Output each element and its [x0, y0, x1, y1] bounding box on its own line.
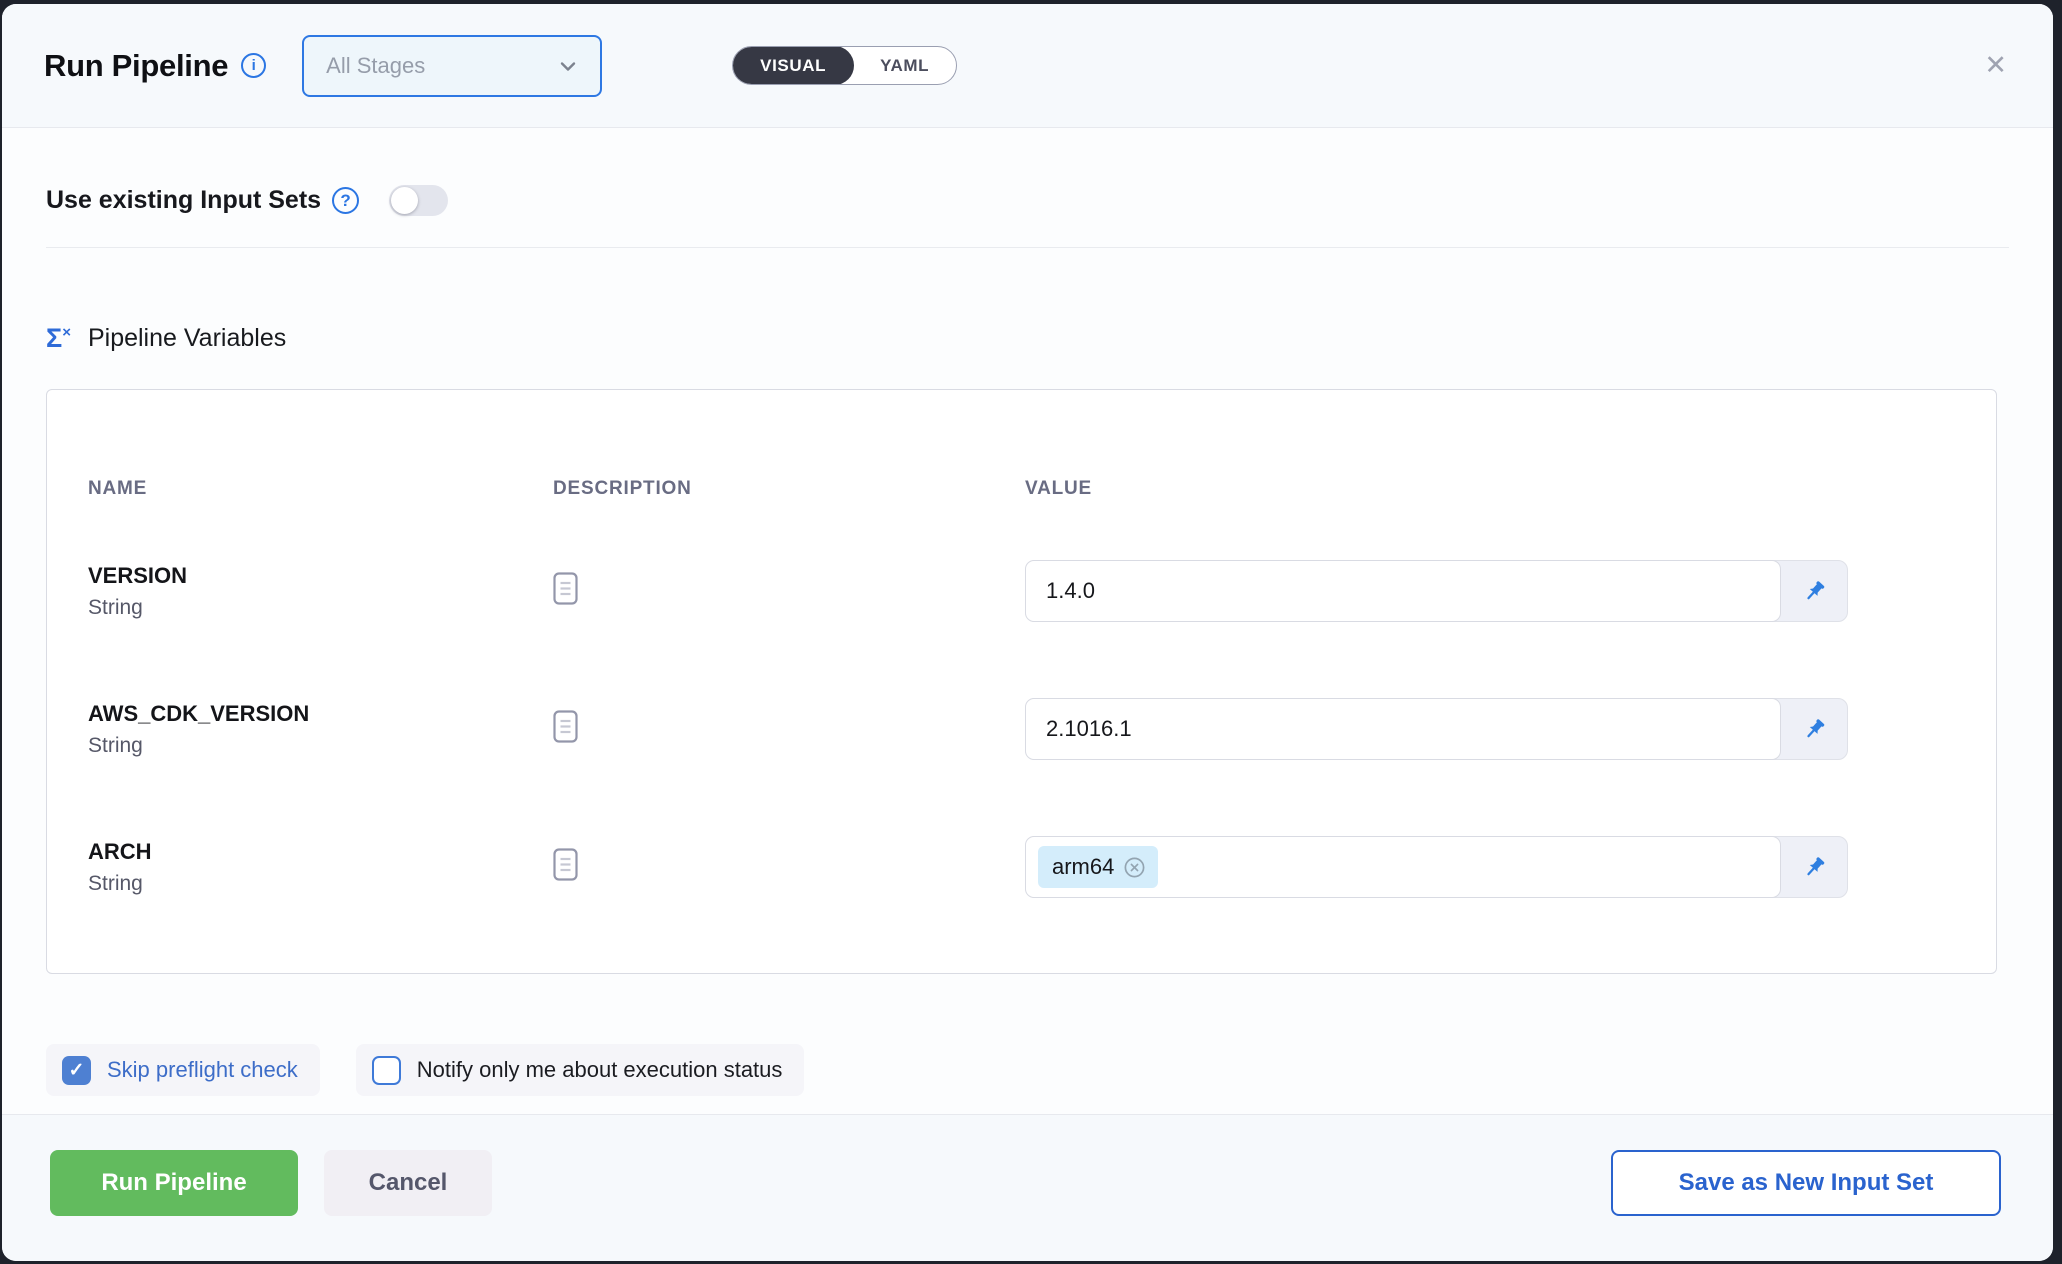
tab-yaml[interactable]: YAML	[853, 47, 956, 84]
pin-icon[interactable]	[1781, 561, 1847, 621]
view-mode-toggle: VISUAL YAML	[732, 46, 957, 85]
variable-type: String	[88, 872, 553, 896]
toggle-knob	[391, 187, 418, 214]
notify-only-me-option[interactable]: Notify only me about execution status	[356, 1044, 805, 1096]
modal-header: Run Pipeline i All Stages VISUAL YAML ✕	[2, 4, 2053, 128]
variable-name: AWS_CDK_VERSION	[88, 700, 553, 728]
table-row: ARCH String arm64	[88, 836, 1996, 898]
save-as-new-input-set-button[interactable]: Save as New Input Set	[1611, 1150, 2001, 1216]
variables-table-header: NAME DESCRIPTION VALUE	[88, 478, 1996, 500]
pipeline-variables-heading: Σ× Pipeline Variables	[46, 324, 2053, 353]
column-header-name: NAME	[88, 478, 553, 500]
variable-value-cell: 1.4.0	[1025, 560, 1996, 622]
tag-label: arm64	[1052, 854, 1114, 880]
variable-type: String	[88, 734, 553, 758]
page-title: Run Pipeline	[44, 48, 228, 84]
use-existing-input-sets-row: Use existing Input Sets ?	[46, 185, 2053, 216]
modal-content: Use existing Input Sets ? Σ× Pipeline Va…	[2, 128, 2053, 1114]
execution-options-row: ✓ Skip preflight check Notify only me ab…	[46, 1044, 2053, 1096]
close-icon[interactable]: ✕	[1980, 48, 2011, 83]
modal-footer: Run Pipeline Cancel Save as New Input Se…	[2, 1114, 2053, 1261]
description-icon[interactable]	[553, 572, 1025, 610]
notify-only-me-label: Notify only me about execution status	[417, 1057, 783, 1083]
section-divider	[46, 247, 2009, 248]
sigma-icon: Σ×	[46, 325, 71, 352]
run-pipeline-button[interactable]: Run Pipeline	[50, 1150, 298, 1216]
pipeline-variables-title: Pipeline Variables	[88, 324, 286, 353]
value-tag: arm64	[1038, 846, 1158, 888]
circle-x-icon[interactable]	[1123, 856, 1146, 879]
info-icon[interactable]: i	[241, 53, 266, 78]
value-tag-input[interactable]: arm64	[1025, 836, 1781, 898]
description-icon[interactable]	[553, 848, 1025, 886]
run-pipeline-modal: Run Pipeline i All Stages VISUAL YAML ✕ …	[2, 4, 2053, 1261]
variable-name-cell: VERSION String	[88, 562, 553, 620]
variable-type: String	[88, 596, 553, 620]
column-header-value: VALUE	[1025, 478, 1996, 500]
variable-value-cell: 2.1016.1	[1025, 698, 1996, 760]
value-input[interactable]: 2.1016.1	[1025, 698, 1781, 760]
variable-name-cell: AWS_CDK_VERSION String	[88, 700, 553, 758]
checkbox-checked-icon[interactable]: ✓	[62, 1056, 91, 1085]
use-existing-input-sets-label: Use existing Input Sets	[46, 186, 321, 215]
skip-preflight-label: Skip preflight check	[107, 1057, 298, 1083]
tab-visual[interactable]: VISUAL	[732, 46, 854, 85]
question-icon[interactable]: ?	[332, 187, 359, 214]
value-input-group: 2.1016.1	[1025, 698, 1848, 760]
stage-selector-value: All Stages	[326, 53, 556, 79]
table-row: VERSION String 1.4.0	[88, 560, 1996, 622]
chevron-down-icon	[556, 54, 580, 78]
pin-icon[interactable]	[1781, 837, 1847, 897]
value-input-group: 1.4.0	[1025, 560, 1848, 622]
variable-name: ARCH	[88, 838, 553, 866]
checkbox-unchecked-icon[interactable]	[372, 1056, 401, 1085]
cancel-button[interactable]: Cancel	[324, 1150, 492, 1216]
value-input[interactable]: 1.4.0	[1025, 560, 1781, 622]
table-row: AWS_CDK_VERSION String 2.1016.1	[88, 698, 1996, 760]
input-sets-toggle[interactable]	[389, 185, 448, 216]
value-input-group: arm64	[1025, 836, 1848, 898]
pipeline-variables-card: NAME DESCRIPTION VALUE VERSION String 1.…	[46, 389, 1997, 974]
variable-name-cell: ARCH String	[88, 838, 553, 896]
skip-preflight-option[interactable]: ✓ Skip preflight check	[46, 1044, 320, 1096]
stage-selector-dropdown[interactable]: All Stages	[302, 35, 602, 97]
description-icon[interactable]	[553, 710, 1025, 748]
variable-name: VERSION	[88, 562, 553, 590]
variable-value-cell: arm64	[1025, 836, 1996, 898]
pin-icon[interactable]	[1781, 699, 1847, 759]
column-header-description: DESCRIPTION	[553, 478, 1025, 500]
